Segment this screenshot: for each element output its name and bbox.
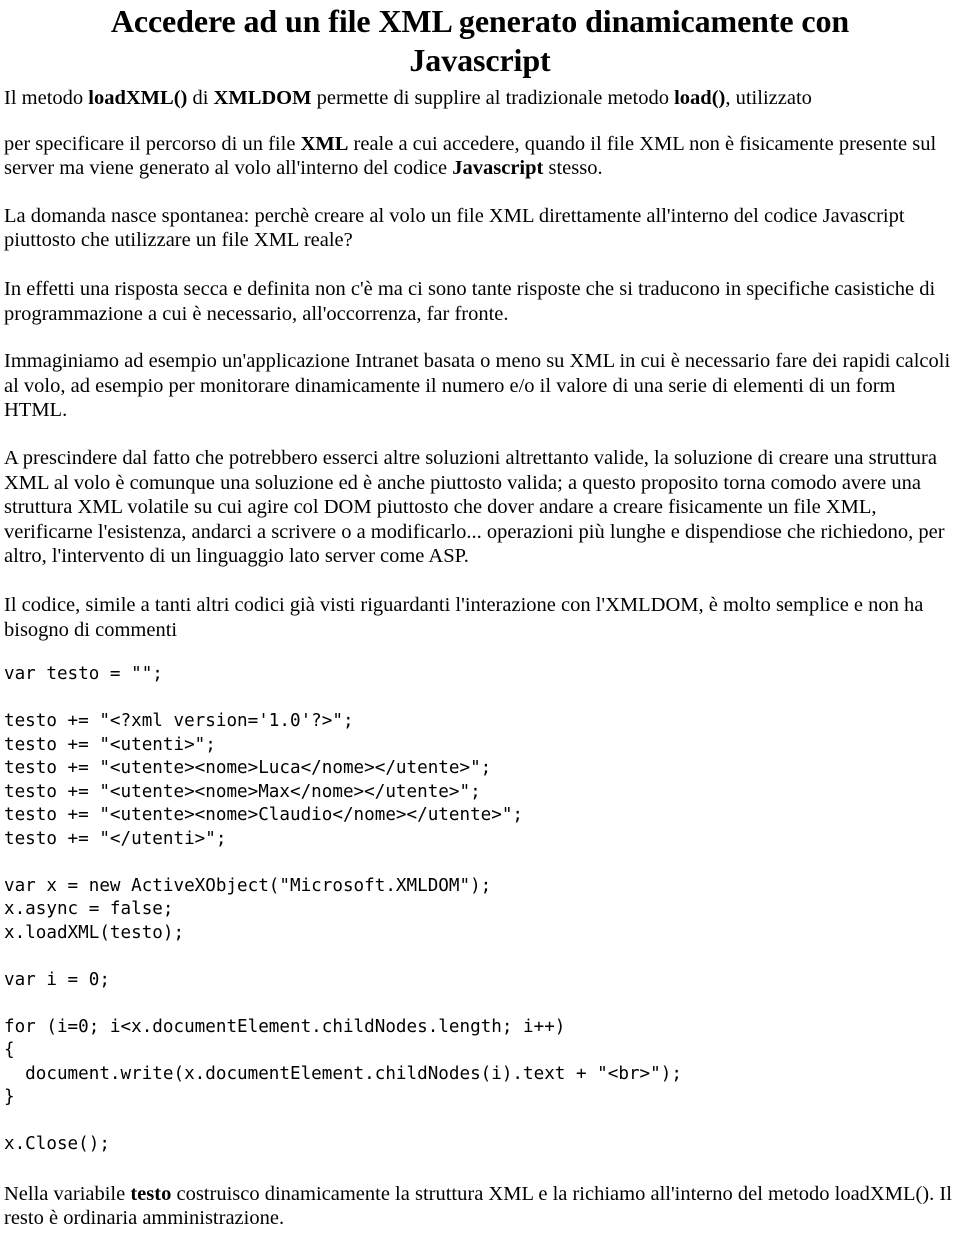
body-paragraph-3: Immaginiamo ad esempio un'applicazione I… xyxy=(4,350,951,422)
closing-paragraph: Nella variabile testo costruisco dinamic… xyxy=(4,1157,956,1231)
document-page: Accedere ad un file XML generato dinamic… xyxy=(0,0,960,1239)
closing-term-testo: testo xyxy=(130,1182,172,1205)
lead-term-loadxml: loadXML() xyxy=(88,87,188,109)
body-paragraph-2: In effetti una risposta secca e definita… xyxy=(4,277,936,325)
lead-term-load: load() xyxy=(674,87,726,109)
code-block: var testo = ""; testo += "<?xml version=… xyxy=(4,664,682,1155)
lead-text-5: per specificare il percorso di un file xyxy=(4,132,301,155)
lead-term-xmldom: XMLDOM xyxy=(213,87,312,109)
lead-paragraph-rest: per specificare il percorso di un file X… xyxy=(4,111,956,181)
lead-text-2: di xyxy=(187,87,214,109)
page-title-line-2: Javascript xyxy=(409,42,551,78)
body-paragraph-4: A prescindere dal fatto che potrebbero e… xyxy=(4,446,945,568)
lead-term-javascript: Javascript xyxy=(452,157,544,180)
lead-text-4: , utilizzato xyxy=(725,87,812,109)
lead-term-xml: XML xyxy=(300,132,349,155)
closing-text-1: Nella variabile xyxy=(4,1182,131,1205)
lead-text-1: Il metodo xyxy=(4,87,89,109)
body-paragraph-1: La domanda nasce spontanea: perchè crear… xyxy=(4,204,905,252)
lead-text-7: stesso. xyxy=(543,157,603,180)
lead-paragraph-line-1: Il metodo loadXML() di XMLDOM permette d… xyxy=(4,80,956,111)
body-paragraph-5: Il codice, simile a tanti altri codici g… xyxy=(4,593,924,641)
page-title: Accedere ad un file XML generato dinamic… xyxy=(4,0,956,80)
page-title-line-1: Accedere ad un file XML generato dinamic… xyxy=(110,3,850,39)
lead-text-3: permette di supplire al tradizionale met… xyxy=(311,87,675,109)
